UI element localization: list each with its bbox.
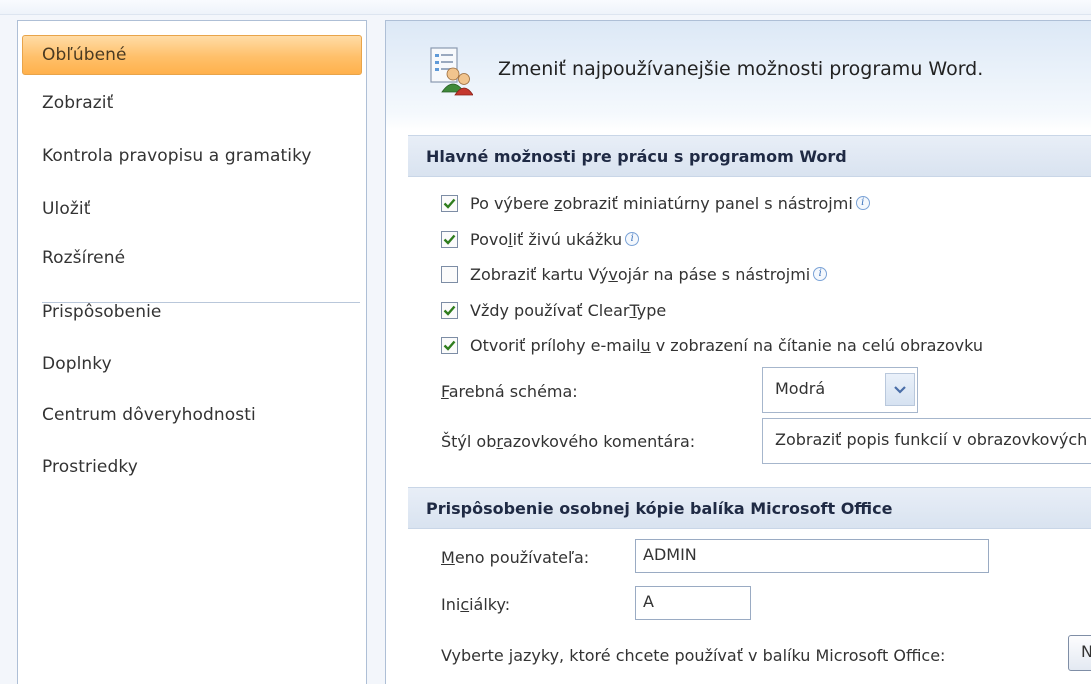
- option-mini-toolbar[interactable]: Po výbere zobraziť miniatúrny panel s ná…: [441, 190, 870, 216]
- option-label: Vždy používať ClearType: [470, 300, 667, 320]
- checkbox-email-fullscreen[interactable]: [441, 336, 458, 354]
- option-developer-tab[interactable]: Zobraziť kartu Vývojár na páse s nástroj…: [441, 261, 828, 287]
- screentip-style-value: Zobraziť popis funkcií v obrazovkových k…: [775, 430, 1091, 449]
- header-band: Zmeniť najpoužívanejšie možnosti program…: [386, 21, 1091, 131]
- language-settings-button[interactable]: Nastavenia jazyka...: [1068, 635, 1091, 671]
- top-strip: [0, 0, 1091, 15]
- options-panel: Zmeniť najpoužívanejšie možnosti program…: [385, 20, 1091, 684]
- sidebar-item-oblubene[interactable]: Obľúbené: [22, 35, 362, 75]
- info-icon[interactable]: i: [813, 267, 828, 281]
- checkbox-live-preview[interactable]: [441, 230, 458, 248]
- sidebar-item-prostriedky[interactable]: Prostriedky: [22, 446, 362, 488]
- sidebar-item-centrum-doveryhodnosti[interactable]: Centrum dôveryhodnosti: [22, 394, 362, 436]
- chevron-down-icon[interactable]: [885, 373, 915, 406]
- sidebar-item-ulozit[interactable]: Uložiť: [22, 188, 362, 230]
- page-title: Zmeniť najpoužívanejšie možnosti program…: [498, 58, 984, 80]
- sidebar-item-doplnky[interactable]: Doplnky: [22, 343, 362, 385]
- info-icon[interactable]: i: [855, 196, 870, 210]
- info-icon[interactable]: i: [625, 232, 640, 246]
- option-label: Zobraziť kartu Vývojár na páse s nástroj…: [470, 264, 811, 284]
- checkmark-icon: [443, 234, 456, 245]
- checkbox-cleartype[interactable]: [441, 301, 458, 319]
- checkbox-developer-tab[interactable]: [441, 265, 458, 283]
- sidebar-item-prisposobenie[interactable]: Prispôsobenie: [22, 291, 362, 333]
- option-label: Povoliť živú ukážku: [470, 229, 623, 249]
- user-name-label: Meno používateľa:: [441, 548, 590, 567]
- languages-label: Vyberte jazyky, ktoré chcete používať v …: [441, 646, 946, 665]
- checkmark-icon: [443, 305, 456, 316]
- checkmark-icon: [443, 340, 456, 351]
- checkmark-icon: [443, 198, 456, 209]
- option-label: Otvoriť prílohy e-mailu v zobrazení na č…: [470, 335, 984, 355]
- sidebar: Obľúbené Zobraziť Kontrola pravopisu a g…: [17, 20, 367, 684]
- option-email-fullscreen[interactable]: Otvoriť prílohy e-mailu v zobrazení na č…: [441, 332, 983, 358]
- option-cleartype[interactable]: Vždy používať ClearType: [441, 297, 666, 323]
- section-header-main-options: Hlavné možnosti pre prácu s programom Wo…: [408, 135, 1091, 177]
- checkbox-mini-toolbar[interactable]: [441, 194, 458, 212]
- color-scheme-value: Modrá: [775, 379, 826, 398]
- color-scheme-label: Farebná schéma:: [441, 382, 578, 401]
- initials-field[interactable]: A: [635, 586, 751, 620]
- option-label: Po výbere zobraziť miniatúrny panel s ná…: [470, 193, 853, 213]
- screentip-style-label: Štýl obrazovkového komentára:: [441, 432, 696, 451]
- option-live-preview[interactable]: Povoliť živú ukážku i: [441, 226, 640, 252]
- sidebar-item-rozsirene[interactable]: Rozšírené: [22, 237, 362, 279]
- sidebar-item-zobrazit[interactable]: Zobraziť: [22, 82, 362, 124]
- initials-label: Iniciálky:: [441, 595, 511, 614]
- user-name-field[interactable]: ADMIN: [635, 539, 989, 573]
- color-scheme-select[interactable]: Modrá: [762, 367, 918, 413]
- section-header-personalize: Prispôsobenie osobnej kópie balíka Micro…: [408, 487, 1091, 529]
- sidebar-item-kontrola-pravopisu[interactable]: Kontrola pravopisu a gramatiky: [22, 135, 362, 177]
- options-people-icon: [430, 47, 473, 96]
- screentip-style-select[interactable]: Zobraziť popis funkcií v obrazovkových k…: [762, 418, 1091, 464]
